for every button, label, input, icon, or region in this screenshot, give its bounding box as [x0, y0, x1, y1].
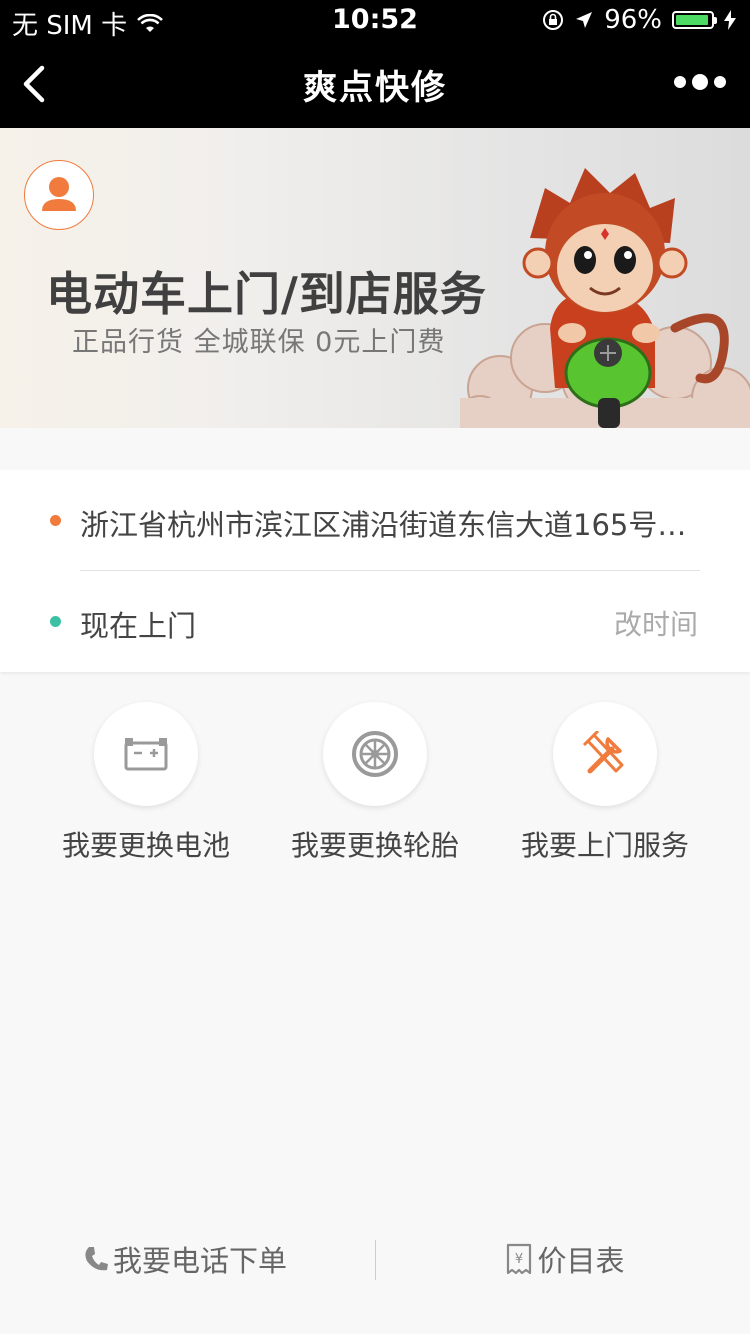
change-time-button[interactable]: 改时间 — [614, 603, 698, 643]
battery-fill — [676, 15, 709, 25]
user-avatar[interactable] — [24, 160, 94, 230]
charging-bolt-icon — [724, 10, 736, 30]
price-receipt-icon: ¥ — [507, 1243, 532, 1275]
banner-headline: 电动车上门/到店服务 — [46, 267, 487, 321]
tire-icon — [352, 731, 398, 777]
location-dot — [50, 515, 61, 526]
svg-text:¥: ¥ — [515, 1252, 523, 1267]
more-dot-icon — [714, 76, 726, 88]
service-onsite[interactable]: 我要上门服务 — [495, 702, 715, 864]
onsite-service-label: 我要上门服务 — [520, 829, 689, 862]
monkey-mascot-illustration — [460, 168, 750, 428]
banner-subline: 正品行货 全城联保 0元上门费 — [72, 327, 446, 358]
more-menu-button[interactable] — [674, 74, 726, 90]
battery-icon — [672, 11, 717, 29]
nav-bar: 爽点快修 — [0, 40, 750, 128]
tire-service-circle — [323, 702, 427, 806]
bottom-action-bar: 我要电话下单 ¥ 价目表 — [0, 1218, 750, 1300]
tire-service-label: 我要更换轮胎 — [290, 829, 459, 862]
address-row[interactable]: 浙江省杭州市滨江区浦沿街道东信大道165号杭州 — [0, 470, 750, 570]
page-title: 爽点快修 — [303, 68, 447, 108]
address-card: 浙江省杭州市滨江区浦沿街道东信大道165号杭州 现在上门 改时间 — [0, 470, 750, 672]
location-arrow-icon — [576, 12, 593, 28]
tools-icon — [582, 731, 624, 774]
visit-time-row[interactable]: 现在上门 改时间 — [0, 571, 750, 671]
battery-service-label: 我要更换电池 — [61, 829, 230, 862]
promo-banner[interactable]: 电动车上门/到店服务 正品行货 全城联保 0元上门费 — [0, 128, 750, 428]
battery-percent: 96% — [604, 5, 662, 35]
service-tire[interactable]: 我要更换轮胎 — [265, 702, 485, 864]
more-dot-icon — [692, 74, 708, 90]
address-text: 浙江省杭州市滨江区浦沿街道东信大道165号杭州 — [80, 508, 700, 542]
orientation-lock-icon — [543, 10, 564, 30]
phone-order-label: 我要电话下单 — [112, 1244, 287, 1278]
battery-icon — [124, 738, 168, 771]
person-icon — [42, 177, 76, 211]
price-list-label: 价目表 — [537, 1244, 625, 1278]
onsite-service-circle — [553, 702, 657, 806]
battery-service-circle — [94, 702, 198, 806]
status-bar: 无 SIM 卡 10:52 96% — [0, 0, 750, 41]
price-list-button[interactable]: ¥ 价目表 — [420, 1218, 710, 1300]
time-dot — [50, 616, 61, 627]
more-dot-icon — [674, 76, 686, 88]
status-right-group: 96% — [542, 5, 736, 35]
phone-order-button[interactable]: 我要电话下单 — [40, 1218, 330, 1300]
visit-time-text: 现在上门 — [80, 609, 197, 643]
phone-icon — [85, 1247, 108, 1271]
bottom-divider — [375, 1240, 376, 1280]
service-battery[interactable]: 我要更换电池 — [36, 702, 256, 864]
service-grid: 我要更换电池 我要更换轮胎 我要上门服务 — [0, 702, 750, 872]
